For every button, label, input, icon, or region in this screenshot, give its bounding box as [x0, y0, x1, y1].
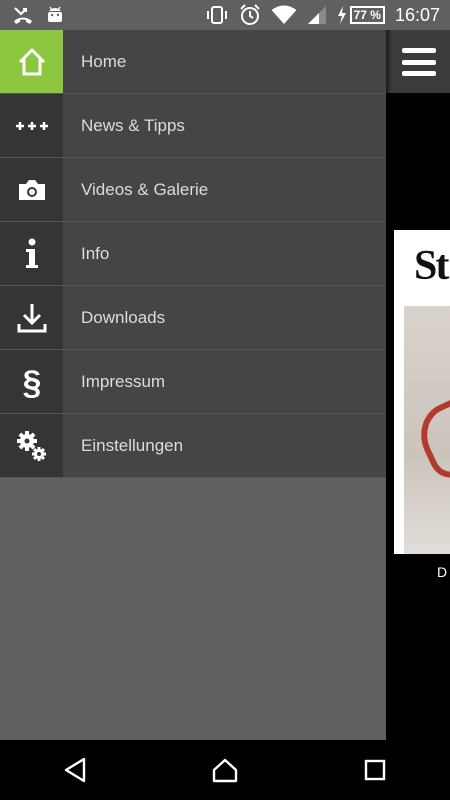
drawer-shadow: [386, 30, 392, 740]
missed-call-icon: [12, 5, 34, 25]
wifi-icon: [271, 5, 297, 25]
magazine-caption: D: [437, 564, 448, 580]
drawer-item-downloads[interactable]: Downloads: [0, 286, 386, 350]
charging-icon: [337, 6, 347, 24]
drawer-item-label: News & Tipps: [81, 115, 185, 135]
section-sign-icon: §: [0, 350, 63, 413]
drawer-item-label: Downloads: [81, 307, 166, 327]
magazine-title: St: [414, 243, 449, 289]
status-bar: 77 % 16:07: [0, 0, 450, 30]
hamburger-menu-icon[interactable]: [402, 48, 436, 76]
android-icon: [46, 6, 64, 24]
drawer-item-label: Einstellungen: [81, 435, 184, 455]
clock: 16:07: [394, 4, 440, 25]
system-nav-bar: [0, 740, 450, 800]
drawer-item-info[interactable]: Info: [0, 222, 386, 286]
back-icon[interactable]: [55, 750, 95, 790]
download-icon: [0, 286, 63, 349]
background-app: St D: [386, 30, 450, 740]
navigation-drawer: Home News & Tipps Videos & Galerie Info …: [0, 30, 386, 740]
app-toolbar: [386, 30, 450, 93]
drawer-item-label: Videos & Galerie: [81, 179, 209, 199]
drawer-item-videos[interactable]: Videos & Galerie: [0, 158, 386, 222]
drawer-item-impressum[interactable]: § Impressum: [0, 350, 386, 414]
home-icon[interactable]: [205, 750, 245, 790]
gears-icon: [0, 414, 63, 477]
home-icon: [0, 30, 63, 93]
drawer-item-home[interactable]: Home: [0, 30, 386, 94]
battery-percent: 77 %: [349, 6, 385, 24]
signal-icon: [307, 5, 327, 25]
drawer-item-label: Home: [81, 51, 127, 71]
plus-plus-plus-icon: [0, 94, 63, 157]
battery-indicator: 77 %: [337, 6, 385, 24]
recents-icon[interactable]: [355, 750, 395, 790]
drawer-item-einstellungen[interactable]: Einstellungen: [0, 414, 386, 478]
svg-text:§: §: [22, 365, 41, 399]
drawer-item-label: Impressum: [81, 371, 166, 391]
info-icon: [0, 222, 63, 285]
vibrate-icon: [205, 6, 229, 24]
magazine-cover[interactable]: St: [394, 230, 450, 554]
drawer-item-label: Info: [81, 243, 110, 263]
alarm-icon: [239, 4, 261, 26]
camera-icon: [0, 158, 63, 221]
drawer-item-news[interactable]: News & Tipps: [0, 94, 386, 158]
